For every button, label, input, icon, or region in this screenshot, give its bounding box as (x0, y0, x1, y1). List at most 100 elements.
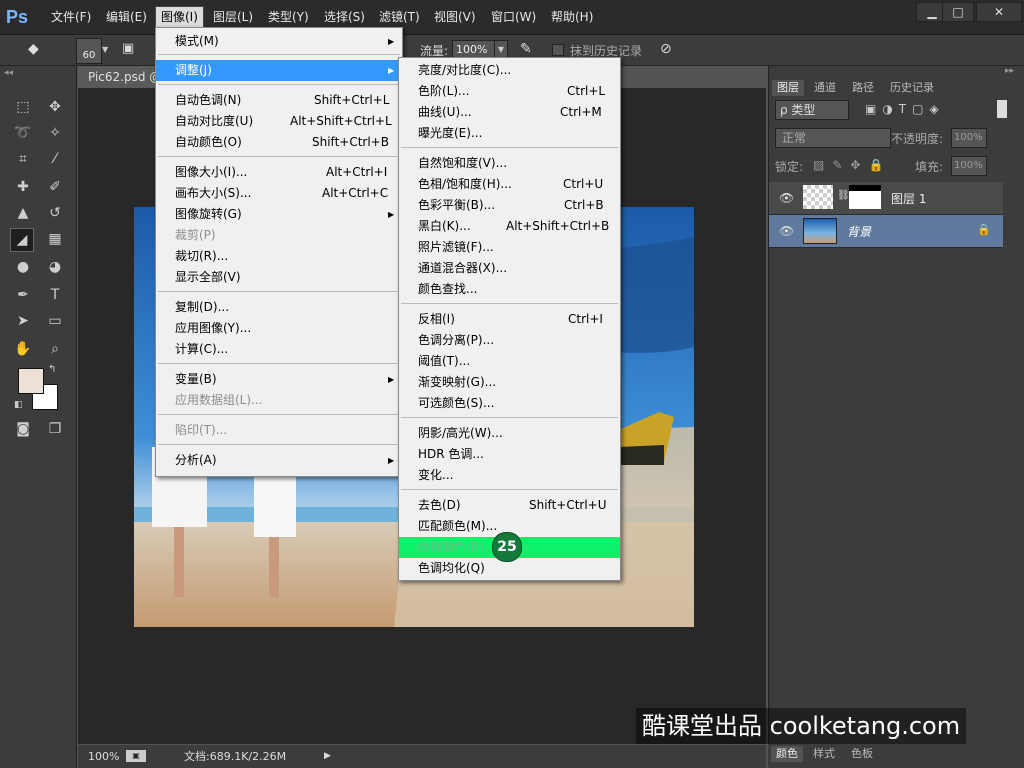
menu-item-invert[interactable]: 反相(I) Ctrl+I (399, 309, 620, 330)
menu-item-gradient-map[interactable]: 渐变映射(G)... (399, 372, 620, 393)
stamp-tool-icon[interactable]: ▲ (12, 202, 34, 224)
tab-styles[interactable]: 样式 (808, 746, 840, 762)
opacity-input[interactable]: 100% (951, 128, 987, 148)
menu-item-posterize[interactable]: 色调分离(P)... (399, 330, 620, 351)
pressure-icon[interactable]: ⊘ (660, 41, 678, 59)
status-arrow-icon[interactable]: ▶ (324, 745, 331, 768)
menu-window[interactable]: 窗口(W) (486, 8, 541, 26)
blend-mode-select[interactable]: 正常 (775, 128, 891, 148)
tab-channels[interactable]: 通道 (809, 80, 841, 96)
layer-mask-thumbnail[interactable] (849, 185, 881, 209)
menu-item-black-white[interactable]: 黑白(K)... Alt+Shift+Ctrl+B (399, 216, 620, 237)
quick-mask-icon[interactable]: ◙ (12, 418, 34, 440)
brush-size-picker[interactable]: 60 (76, 38, 102, 64)
tab-layers[interactable]: 图层 (772, 80, 804, 96)
menu-item-photo-filter[interactable]: 照片滤镜(F)... (399, 237, 620, 258)
menu-item-variations[interactable]: 变化... (399, 465, 620, 486)
foreground-color-swatch[interactable] (18, 368, 44, 394)
menu-item-canvas-size[interactable]: 画布大小(S)... Alt+Ctrl+C (156, 183, 402, 204)
menu-image[interactable]: 图像(I) (155, 6, 204, 28)
menu-file[interactable]: 文件(F) (46, 8, 96, 26)
erase-history-checkbox[interactable] (552, 44, 564, 56)
eye-icon[interactable]: 👁 (779, 224, 794, 238)
close-button[interactable]: ✕ (976, 2, 1022, 22)
menu-item-desaturate[interactable]: 去色(D) Shift+Ctrl+U (399, 495, 620, 516)
type-tool-icon[interactable]: T (44, 284, 66, 306)
menu-filter[interactable]: 滤镜(T) (374, 8, 425, 26)
blur-tool-icon[interactable]: ● (12, 256, 34, 278)
swap-colors-icon[interactable]: ↰ (48, 364, 56, 375)
eyedropper-icon[interactable]: ⁄ (44, 148, 66, 170)
zoom-tool-icon[interactable]: ⌕ (44, 338, 66, 360)
chevron-down-icon[interactable]: ▼ (102, 45, 110, 54)
menu-item-brightness-contrast[interactable]: 亮度/对比度(C)... (399, 60, 620, 81)
menu-item-shadows-highlights[interactable]: 阴影/高光(W)... (399, 423, 620, 444)
menu-item-levels[interactable]: 色阶(L)... Ctrl+L (399, 81, 620, 102)
screen-mode-icon[interactable]: ❐ (44, 418, 66, 440)
expand-icon[interactable]: ▸▸ (1005, 66, 1014, 76)
layer-filter-select[interactable]: ρ 类型 (775, 100, 849, 120)
menu-layer[interactable]: 图层(L) (208, 8, 258, 26)
menu-item-apply-image[interactable]: 应用图像(Y)... (156, 318, 402, 339)
menu-item-auto-contrast[interactable]: 自动对比度(U) Alt+Shift+Ctrl+L (156, 111, 402, 132)
menu-item-variables[interactable]: 变量(B) ▶ (156, 369, 402, 390)
fill-input[interactable]: 100% (951, 156, 987, 176)
eraser-tool-icon[interactable]: ◆ (28, 41, 48, 59)
menu-item-selective-color[interactable]: 可选颜色(S)... (399, 393, 620, 414)
menu-item-exposure[interactable]: 曝光度(E)... (399, 123, 620, 144)
layer-row[interactable]: 👁 背景 🔒 (769, 215, 1003, 248)
menu-item-reveal-all[interactable]: 显示全部(V) (156, 267, 402, 288)
menu-item-mode[interactable]: 模式(M) ▶ (156, 31, 402, 52)
menu-item-channel-mixer[interactable]: 通道混合器(X)... (399, 258, 620, 279)
menu-item-trim[interactable]: 裁切(R)... (156, 246, 402, 267)
menu-item-hue-saturation[interactable]: 色相/饱和度(H)... Ctrl+U (399, 174, 620, 195)
filter-toggle[interactable] (997, 100, 1007, 118)
zoom-level[interactable]: 100% (88, 745, 119, 768)
eraser-tool-icon[interactable]: ◢ (10, 228, 34, 252)
crop-tool-icon[interactable]: ⌗ (12, 148, 34, 170)
menu-item-duplicate[interactable]: 复制(D)... (156, 297, 402, 318)
menu-item-calculations[interactable]: 计算(C)... (156, 339, 402, 360)
menu-item-analysis[interactable]: 分析(A) ▶ (156, 450, 402, 471)
tab-swatches[interactable]: 色板 (846, 746, 878, 762)
path-selection-icon[interactable]: ➤ (12, 310, 34, 332)
collapse-icon[interactable]: ◂◂ (4, 68, 13, 78)
shape-tool-icon[interactable]: ▭ (44, 310, 66, 332)
menu-item-vibrance[interactable]: 自然饱和度(V)... (399, 153, 620, 174)
menu-edit[interactable]: 编辑(E) (101, 8, 152, 26)
menu-type[interactable]: 类型(Y) (263, 8, 314, 26)
tab-paths[interactable]: 路径 (847, 80, 879, 96)
filter-icons[interactable]: ▣◑T▢◈ (865, 102, 945, 116)
menu-select[interactable]: 选择(S) (319, 8, 370, 26)
history-brush-icon[interactable]: ↺ (44, 202, 66, 224)
gradient-tool-icon[interactable]: ▦ (44, 228, 66, 250)
menu-item-curves[interactable]: 曲线(U)... Ctrl+M (399, 102, 620, 123)
dodge-tool-icon[interactable]: ◕ (44, 256, 66, 278)
maximize-button[interactable]: □ (942, 2, 974, 22)
marquee-tool-icon[interactable]: ⬚ (12, 96, 34, 118)
menu-item-auto-color[interactable]: 自动颜色(O) Shift+Ctrl+B (156, 132, 402, 153)
menu-item-threshold[interactable]: 阈值(T)... (399, 351, 620, 372)
menu-help[interactable]: 帮助(H) (546, 8, 598, 26)
eye-icon[interactable]: 👁 (779, 191, 794, 205)
pen-tool-icon[interactable]: ✒ (12, 284, 34, 306)
layer-row[interactable]: 👁 ⛓ 图层 1 (769, 182, 1003, 215)
move-tool-icon[interactable]: ✥ (44, 96, 66, 118)
menu-item-hdr-toning[interactable]: HDR 色调... (399, 444, 620, 465)
brush-tool-icon[interactable]: ✐ (44, 176, 66, 198)
brush-panel-icon[interactable]: ▣ (122, 41, 140, 59)
hand-tool-icon[interactable]: ✋ (12, 338, 34, 360)
healing-brush-icon[interactable]: ✚ (12, 176, 34, 198)
magic-wand-icon[interactable]: ✧ (44, 122, 66, 144)
menu-item-color-lookup[interactable]: 颜色查找... (399, 279, 620, 300)
tab-history[interactable]: 历史记录 (885, 80, 939, 96)
default-colors-icon[interactable]: ◧ (14, 400, 23, 410)
menu-view[interactable]: 视图(V) (429, 8, 481, 26)
menu-item-image-rotation[interactable]: 图像旋转(G) ▶ (156, 204, 402, 225)
tab-color[interactable]: 颜色 (771, 746, 803, 762)
menu-item-adjustments[interactable]: 调整(J) ▶ (156, 60, 402, 81)
menu-item-color-balance[interactable]: 色彩平衡(B)... Ctrl+B (399, 195, 620, 216)
lasso-tool-icon[interactable]: ➰ (12, 122, 34, 144)
menu-item-auto-tone[interactable]: 自动色调(N) Shift+Ctrl+L (156, 90, 402, 111)
lock-icons[interactable]: ▨✎✥🔒 (813, 158, 891, 172)
